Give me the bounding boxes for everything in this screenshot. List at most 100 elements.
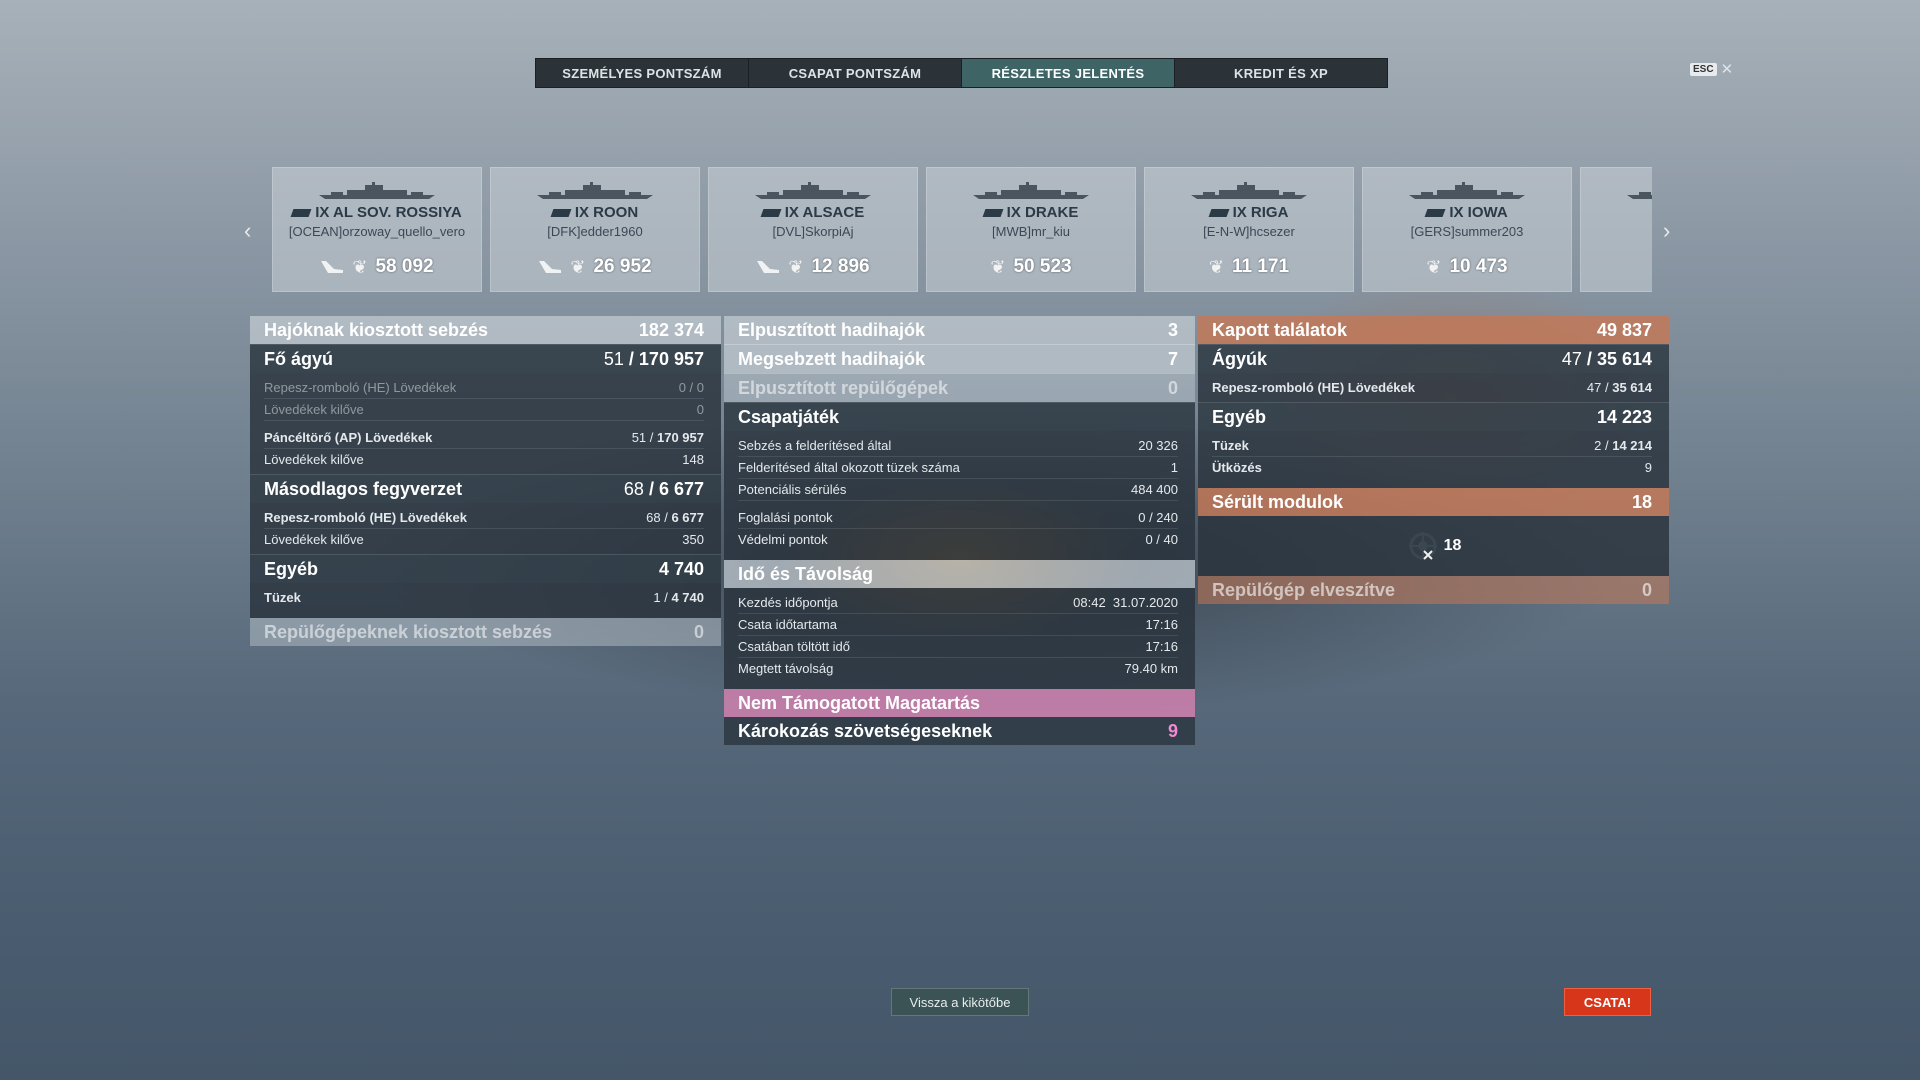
carousel-next-arrow-icon[interactable]: › xyxy=(1663,218,1670,244)
ship-card[interactable]: IX IOWA [GERS]summer203 ❦ 10 473 xyxy=(1362,167,1572,292)
tab-personal-score[interactable]: SZEMÉLYES PONTSZÁM xyxy=(536,59,749,87)
laurel-icon: ❦ xyxy=(352,256,368,277)
he-sec-label: Repesz-romboló (HE) Lövedékek xyxy=(264,510,467,525)
damage-to-ships-header: Hajóknak kiosztott sebzés 182 374 xyxy=(250,316,721,344)
time-distance-header: Idő és Távolság xyxy=(724,560,1195,588)
ship-card-stats: ❦ 10 473 xyxy=(1363,256,1571,278)
ship-name: IX DRAKE xyxy=(927,204,1135,221)
received-other-header: Egyéb 14 223 xyxy=(1198,402,1669,431)
received-other-value: 14 223 xyxy=(1596,406,1652,427)
capture-points-label: Foglalási pontok xyxy=(738,510,833,525)
close-icon: ✕ xyxy=(1720,61,1734,78)
secondary-damage: 6 677 xyxy=(658,478,704,499)
aircraft-icon xyxy=(757,261,780,273)
fires-received-label: Tüzek xyxy=(1212,438,1249,453)
ap-main-label: Páncéltörő (AP) Lövedékek xyxy=(264,430,433,445)
ship-score: 10 473 xyxy=(1449,256,1508,277)
tab-detailed-report[interactable]: RÉSZLETES JELENTÉS xyxy=(962,59,1175,87)
damaged-ships-label: Megsebzett hadihajók xyxy=(738,348,926,369)
received-other-details: Tüzek 2 / 14 214 Ütközés 9 xyxy=(1198,431,1669,482)
received-guns-hits: 47 xyxy=(1561,348,1582,369)
ship-card[interactable]: ]Dyvisi xyxy=(1580,167,1652,292)
ship-class-icon xyxy=(550,209,572,217)
fires-received-value: 2 / 14 214 xyxy=(1594,438,1652,453)
he-sec-fired-label: Lövedékek kilőve xyxy=(264,532,364,547)
he-main-value: 0 / 0 xyxy=(678,380,704,395)
ship-score: 58 092 xyxy=(375,256,434,277)
battleship-silhouette-icon xyxy=(755,182,871,199)
laurel-icon: ❦ xyxy=(570,256,586,277)
he-main-label: Repesz-romboló (HE) Lövedékek xyxy=(264,380,457,395)
damaged-modules-header: Sérült modulok 18 xyxy=(1198,488,1669,516)
ship-carousel: IX AL SOV. ROSSIYA [OCEAN]orzoway_quello_… xyxy=(272,167,1652,293)
duration-row: Csata időtartama 17:16 xyxy=(738,614,1178,636)
time-in-battle-row: Csatában töltött idő 17:16 xyxy=(738,636,1178,658)
ship-class-icon xyxy=(290,209,312,217)
ap-main-fired-label: Lövedékek kilőve xyxy=(264,452,364,467)
start-time-label: Kezdés időpontja xyxy=(738,595,838,610)
he-sec-fired-value: 350 xyxy=(682,532,704,547)
ship-score: 26 952 xyxy=(593,256,652,277)
ramming-label: Ütközés xyxy=(1212,460,1262,475)
time-in-battle-value: 17:16 xyxy=(1145,639,1178,654)
received-guns-value: 47 / 35 614 xyxy=(1561,348,1652,369)
distance-row: Megtett távolság 79.40 km xyxy=(738,658,1178,679)
planes-lost-value: 0 xyxy=(1641,579,1652,600)
damaged-modules-value: 18 xyxy=(1631,491,1652,512)
ship-tier-name: IX ALSACE xyxy=(784,204,865,221)
defense-points-label: Védelmi pontok xyxy=(738,532,828,547)
he-sec-fired-row: Lövedékek kilőve 350 xyxy=(264,529,704,550)
received-other-label: Egyéb xyxy=(1212,406,1267,427)
team-damage-row: Károkozás szövetségeseknek 9 xyxy=(724,717,1195,745)
ship-card[interactable]: IX ALSACE [DVL]SkorpiAj ❦ 12 896 xyxy=(708,167,918,292)
back-to-port-button[interactable]: Vissza a kikötőbe xyxy=(891,988,1029,1016)
spot-damage-row: Sebzés a felderítésed által 20 326 xyxy=(738,435,1178,457)
close-button[interactable]: ESC ✕ xyxy=(1690,60,1733,78)
carousel-prev-arrow-icon[interactable]: ‹ xyxy=(244,218,251,244)
tab-credits-xp[interactable]: KREDIT ÉS XP xyxy=(1175,59,1387,87)
ship-name: IX IOWA xyxy=(1363,204,1571,221)
ap-main-row: Páncéltörő (AP) Lövedékek 51 / 170 957 xyxy=(264,427,704,449)
main-guns-header: Fő ágyú 51 / 170 957 xyxy=(250,344,721,373)
damaged-module-icon xyxy=(1408,532,1437,560)
ramming-row: Ütközés 9 xyxy=(1212,457,1652,478)
ship-card[interactable]: IX RIGA [E-N-W]hcsezer ❦ 11 171 xyxy=(1144,167,1354,292)
battleship-silhouette-icon xyxy=(973,182,1089,199)
player-name: [E-N-W]hcsezer xyxy=(1203,224,1295,239)
damaged-ships-header: Megsebzett hadihajók 7 xyxy=(724,344,1195,373)
destroyed-ships-label: Elpusztított hadihajók xyxy=(738,319,925,340)
main-guns-label: Fő ágyú xyxy=(264,348,334,369)
spot-damage-value: 20 326 xyxy=(1138,438,1178,453)
laurel-icon: ❦ xyxy=(990,256,1006,277)
damage-received-panel: Kapott találatok 49 837 Ágyúk 47 / 35 61… xyxy=(1198,316,1669,604)
main-guns-value: 51 / 170 957 xyxy=(603,348,704,369)
ship-card[interactable]: IX ROON [DFK]edder1960 ❦ 26 952 xyxy=(490,167,700,292)
he-received-value: 47 / 35 614 xyxy=(1586,380,1652,395)
ship-tier-name: IX AL SOV. ROSSIYA xyxy=(315,204,462,221)
planes-lost-label: Repülőgép elveszítve xyxy=(1212,579,1396,600)
fires-dealt-value: 1 / 4 740 xyxy=(653,590,704,605)
damaged-modules-box: 18 xyxy=(1198,516,1669,576)
he-received-row: Repesz-romboló (HE) Lövedékek 47 / 35 614 xyxy=(1212,377,1652,398)
he-sec-hits: 68 xyxy=(646,510,661,525)
damaged-modules-count: 18 xyxy=(1443,537,1462,554)
he-received-hits: 47 xyxy=(1586,380,1602,395)
capture-points-value: 0 / 240 xyxy=(1138,510,1178,525)
tab-team-score[interactable]: CSAPAT PONTSZÁM xyxy=(749,59,962,87)
planes-destroyed-value: 0 xyxy=(1167,377,1178,398)
ship-score: 50 523 xyxy=(1013,256,1072,277)
report-tabs: SZEMÉLYES PONTSZÁM CSAPAT PONTSZÁM RÉSZL… xyxy=(535,58,1388,88)
esc-key-icon: ESC xyxy=(1690,62,1717,76)
ship-tier-name: IX DRAKE xyxy=(1006,204,1079,221)
time-distance-details: Kezdés időpontja 08:42 31.07.2020 Csata i… xyxy=(724,588,1195,683)
battle-button[interactable]: CSATA! xyxy=(1564,988,1651,1016)
defense-points-value: 0 / 40 xyxy=(1145,532,1178,547)
teamplay-details: Sebzés a felderítésed által 20 326 Felder… xyxy=(724,431,1195,554)
fires-dealt-hits: 1 xyxy=(653,590,661,605)
start-time-value: 08:42 31.07.2020 xyxy=(1073,595,1178,610)
ship-card[interactable]: IX DRAKE [MWB]mr_kiu ❦ 50 523 xyxy=(926,167,1136,292)
ship-card[interactable]: IX AL SOV. ROSSIYA [OCEAN]orzoway_quello_… xyxy=(272,167,482,292)
planes-destroyed-header: Elpusztított repülőgépek 0 xyxy=(724,373,1195,402)
damaged-modules-label: Sérült modulok xyxy=(1212,491,1344,512)
laurel-icon: ❦ xyxy=(788,256,804,277)
